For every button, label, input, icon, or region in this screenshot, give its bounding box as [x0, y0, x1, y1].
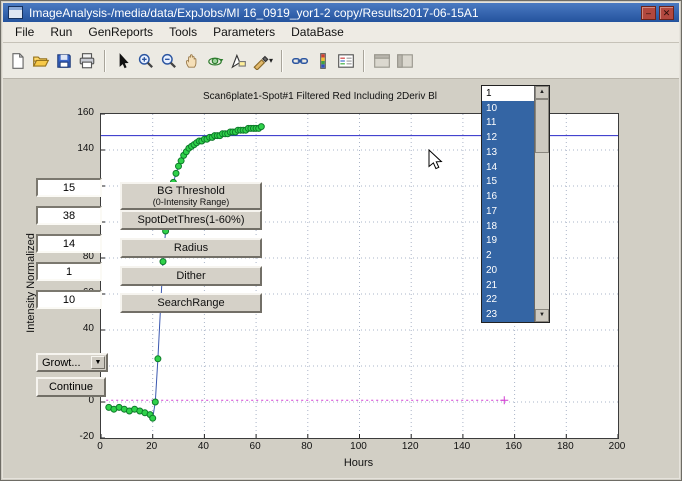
x-tick-label: 0 [85, 441, 115, 452]
menu-file[interactable]: File [7, 23, 42, 41]
pointer-icon[interactable] [112, 49, 134, 73]
param-button-bg-threshold[interactable]: BG Threshold(0-Intensity Range) [120, 182, 262, 210]
param-button-searchrange[interactable]: SearchRange [120, 293, 262, 313]
param-input-spotdetthres-1-60[interactable] [36, 206, 102, 225]
continue-button[interactable]: Continue [36, 377, 106, 397]
link-plot-icon[interactable] [289, 49, 311, 73]
x-tick-label: 40 [188, 441, 218, 452]
close-button[interactable]: ✕ [659, 6, 674, 20]
scrollbar-thumb[interactable] [535, 99, 549, 153]
y-tick-label: -20 [60, 431, 94, 442]
spot-list-item-22[interactable]: 22 [482, 293, 534, 308]
toolbar-separator [281, 50, 283, 72]
zoom-in-icon[interactable] [135, 49, 157, 73]
plot-tools-hide-icon[interactable] [371, 49, 393, 73]
menu-tools[interactable]: Tools [161, 23, 205, 41]
spot-number-dropdown-list: 110111213141516171819220212223 ▲ ▼ [481, 85, 550, 323]
param-button-radius[interactable]: Radius [120, 238, 262, 258]
spot-list-item-20[interactable]: 20 [482, 263, 534, 278]
spot-list-item-2[interactable]: 2 [482, 248, 534, 263]
titlebar[interactable]: ImageAnalysis-/media/data/ExpJobs/MI 16_… [3, 3, 679, 22]
window-icon [8, 6, 23, 19]
x-tick-label: 180 [550, 441, 580, 452]
spot-list-item-10[interactable]: 10 [482, 101, 534, 116]
growth-mode-dropdown[interactable]: Growt... ▼ [36, 353, 108, 372]
pan-icon[interactable] [181, 49, 203, 73]
print-icon[interactable] [76, 49, 98, 73]
x-tick-label: 100 [344, 441, 374, 452]
rotate3d-icon[interactable] [204, 49, 226, 73]
x-tick-label: 20 [137, 441, 167, 452]
spot-list-item-13[interactable]: 13 [482, 145, 534, 160]
spot-list-item-17[interactable]: 17 [482, 204, 534, 219]
scroll-down-icon[interactable]: ▼ [535, 309, 549, 322]
figure-area: Scan6plate1-Spot#1 Filtered Red Includin… [3, 79, 679, 478]
minimize-button[interactable]: – [641, 6, 656, 20]
spot-list-item-19[interactable]: 19 [482, 234, 534, 249]
param-input-dither[interactable] [36, 262, 102, 281]
spot-number-list: 110111213141516171819220212223 [482, 86, 534, 322]
toolbar-separator [363, 50, 365, 72]
spot-list-item-16[interactable]: 16 [482, 189, 534, 204]
spot-list-item-15[interactable]: 15 [482, 175, 534, 190]
toolbar-separator [104, 50, 106, 72]
spot-list-item-14[interactable]: 14 [482, 160, 534, 175]
brush-icon[interactable]: ▾ [250, 49, 275, 73]
spot-list-item-12[interactable]: 12 [482, 130, 534, 145]
param-button-spotdetthres-1-60[interactable]: SpotDetThres(1-60%) [120, 210, 262, 230]
legend-icon[interactable] [335, 49, 357, 73]
menu-run[interactable]: Run [42, 23, 80, 41]
toolbar: ▾ [3, 43, 679, 79]
dropdown-arrow-icon[interactable]: ▼ [91, 356, 105, 369]
menubar: FileRunGenReportsToolsParametersDataBase [3, 22, 679, 43]
open-icon[interactable] [30, 49, 52, 73]
y-tick-label: 160 [60, 107, 94, 118]
x-tick-label: 80 [292, 441, 322, 452]
growth-mode-dropdown-label: Growt... [38, 357, 91, 369]
param-input-radius[interactable] [36, 234, 102, 253]
spot-list-item-1[interactable]: 1 [482, 86, 534, 101]
new-icon[interactable] [7, 49, 29, 73]
param-button-sublabel: (0-Intensity Range) [153, 197, 230, 207]
menu-database[interactable]: DataBase [283, 23, 352, 41]
scrollbar-track[interactable] [535, 153, 549, 309]
plot-tools-show-icon[interactable] [394, 49, 416, 73]
param-input-bg-threshold[interactable] [36, 178, 102, 197]
y-tick-label: 140 [60, 143, 94, 154]
x-tick-label: 60 [240, 441, 270, 452]
save-icon[interactable] [53, 49, 75, 73]
x-tick-label: 120 [395, 441, 425, 452]
window-title: ImageAnalysis-/media/data/ExpJobs/MI 16_… [29, 6, 635, 20]
param-button-label: BG Threshold [157, 185, 225, 197]
spot-list-item-23[interactable]: 23 [482, 307, 534, 322]
menu-parameters[interactable]: Parameters [205, 23, 283, 41]
plot-title: Scan6plate1-Spot#1 Filtered Red Includin… [203, 91, 437, 102]
spot-list-item-11[interactable]: 11 [482, 116, 534, 131]
x-tick-label: 140 [447, 441, 477, 452]
baseline-dashed-end-marker [500, 396, 508, 404]
spot-list-item-21[interactable]: 21 [482, 278, 534, 293]
app-window: ImageAnalysis-/media/data/ExpJobs/MI 16_… [0, 0, 682, 481]
brush-dropdown-caret-icon[interactable]: ▾ [269, 56, 273, 65]
zoom-out-icon[interactable] [158, 49, 180, 73]
y-tick-label: 40 [60, 323, 94, 334]
menu-genreports[interactable]: GenReports [80, 23, 161, 41]
spot-list-item-18[interactable]: 18 [482, 219, 534, 234]
x-axis-label: Hours [100, 457, 617, 469]
mouse-cursor [428, 149, 444, 171]
data-cursor-icon[interactable] [227, 49, 249, 73]
x-tick-label: 200 [602, 441, 632, 452]
scroll-up-icon[interactable]: ▲ [535, 86, 549, 99]
x-tick-label: 160 [499, 441, 529, 452]
colorbar-icon[interactable] [312, 49, 334, 73]
param-button-dither[interactable]: Dither [120, 266, 262, 286]
spot-list-scrollbar[interactable]: ▲ ▼ [534, 86, 549, 322]
param-input-searchrange[interactable] [36, 290, 102, 309]
